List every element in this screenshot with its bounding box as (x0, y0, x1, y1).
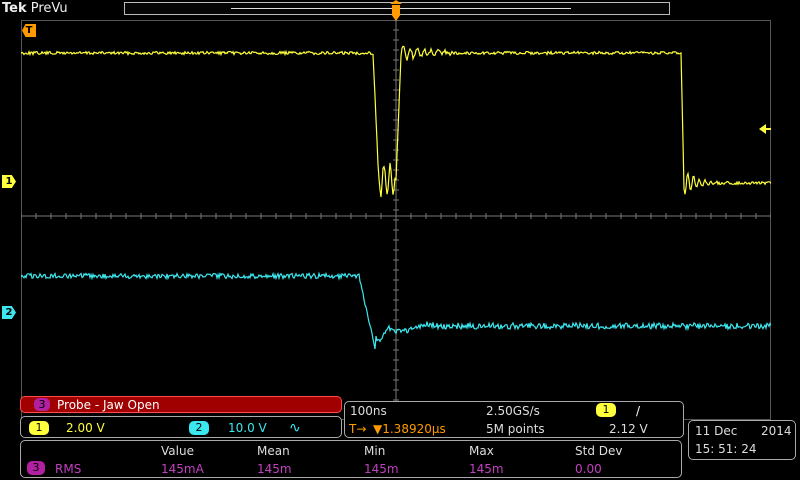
meas-name: RMS (55, 462, 82, 476)
waveform-display[interactable] (21, 20, 771, 420)
trigger-source-badge[interactable]: 1 (596, 403, 616, 417)
meas-mean: 145m (257, 462, 292, 476)
graticule (21, 20, 771, 420)
meas-header-mean: Mean (257, 444, 290, 458)
ch2-badge[interactable]: 2 (189, 421, 209, 435)
year: 2014 (761, 424, 792, 438)
trigger-level-icon[interactable] (759, 123, 771, 135)
meas-header-std-dev: Std Dev (575, 444, 623, 458)
ch2-coupling-icon: ∿ (289, 420, 301, 436)
meas-header-value: Value (161, 444, 194, 458)
ch2-ground-marker[interactable]: 2 (2, 306, 16, 319)
trigger-delay-icon: T→ (349, 422, 367, 436)
trigger-slope-icon: / (636, 404, 641, 418)
horizontal-settings-panel[interactable]: 100ns 2.50GS/s 1 / T→ ▼1.38920µs 5M poin… (344, 401, 684, 438)
date: 11 Dec (695, 424, 738, 438)
label-channel-badge: 3 (34, 398, 50, 411)
meas-max: 145m (469, 462, 504, 476)
meas-header-min: Min (364, 444, 386, 458)
brand-logo: Tek (2, 1, 27, 16)
ch1-ground-marker[interactable]: 1 (2, 175, 16, 188)
trigger-delay: ▼1.38920µs (373, 422, 446, 436)
vertical-settings-panel[interactable]: 1 2.00 V 2 10.0 V ∿ (20, 416, 342, 438)
ch1-badge[interactable]: 1 (29, 421, 49, 435)
grid-lines (21, 20, 771, 420)
waveform-label-panel[interactable]: 3 Probe - Jaw Open (20, 396, 342, 413)
time-per-div: 100ns (350, 404, 387, 418)
datetime-panel: 11 Dec 2014 15: 51: 24 (688, 420, 796, 460)
meas-value: 145mA (161, 462, 204, 476)
brand: Tek PreVu (2, 0, 68, 17)
meas-min: 145m (364, 462, 399, 476)
acquisition-mode: PreVu (30, 1, 68, 16)
record-length: 5M points (486, 422, 545, 436)
trigger-level: 2.12 V (609, 422, 648, 436)
meas-header-max: Max (469, 444, 494, 458)
sample-rate: 2.50GS/s (486, 404, 540, 418)
meas-std-dev: 0.00 (575, 462, 602, 476)
measurements-panel[interactable]: Value Mean Min Max Std Dev 3 RMS 145mA 1… (20, 440, 682, 478)
meas-channel-badge[interactable]: 3 (27, 461, 45, 475)
waveform-label-text: Probe - Jaw Open (57, 398, 160, 412)
ch2-scale[interactable]: 10.0 V (228, 420, 267, 436)
time: 15: 51: 24 (695, 442, 757, 456)
trigger-position-icon[interactable] (389, 0, 403, 22)
ch1-scale[interactable]: 2.00 V (66, 420, 105, 436)
